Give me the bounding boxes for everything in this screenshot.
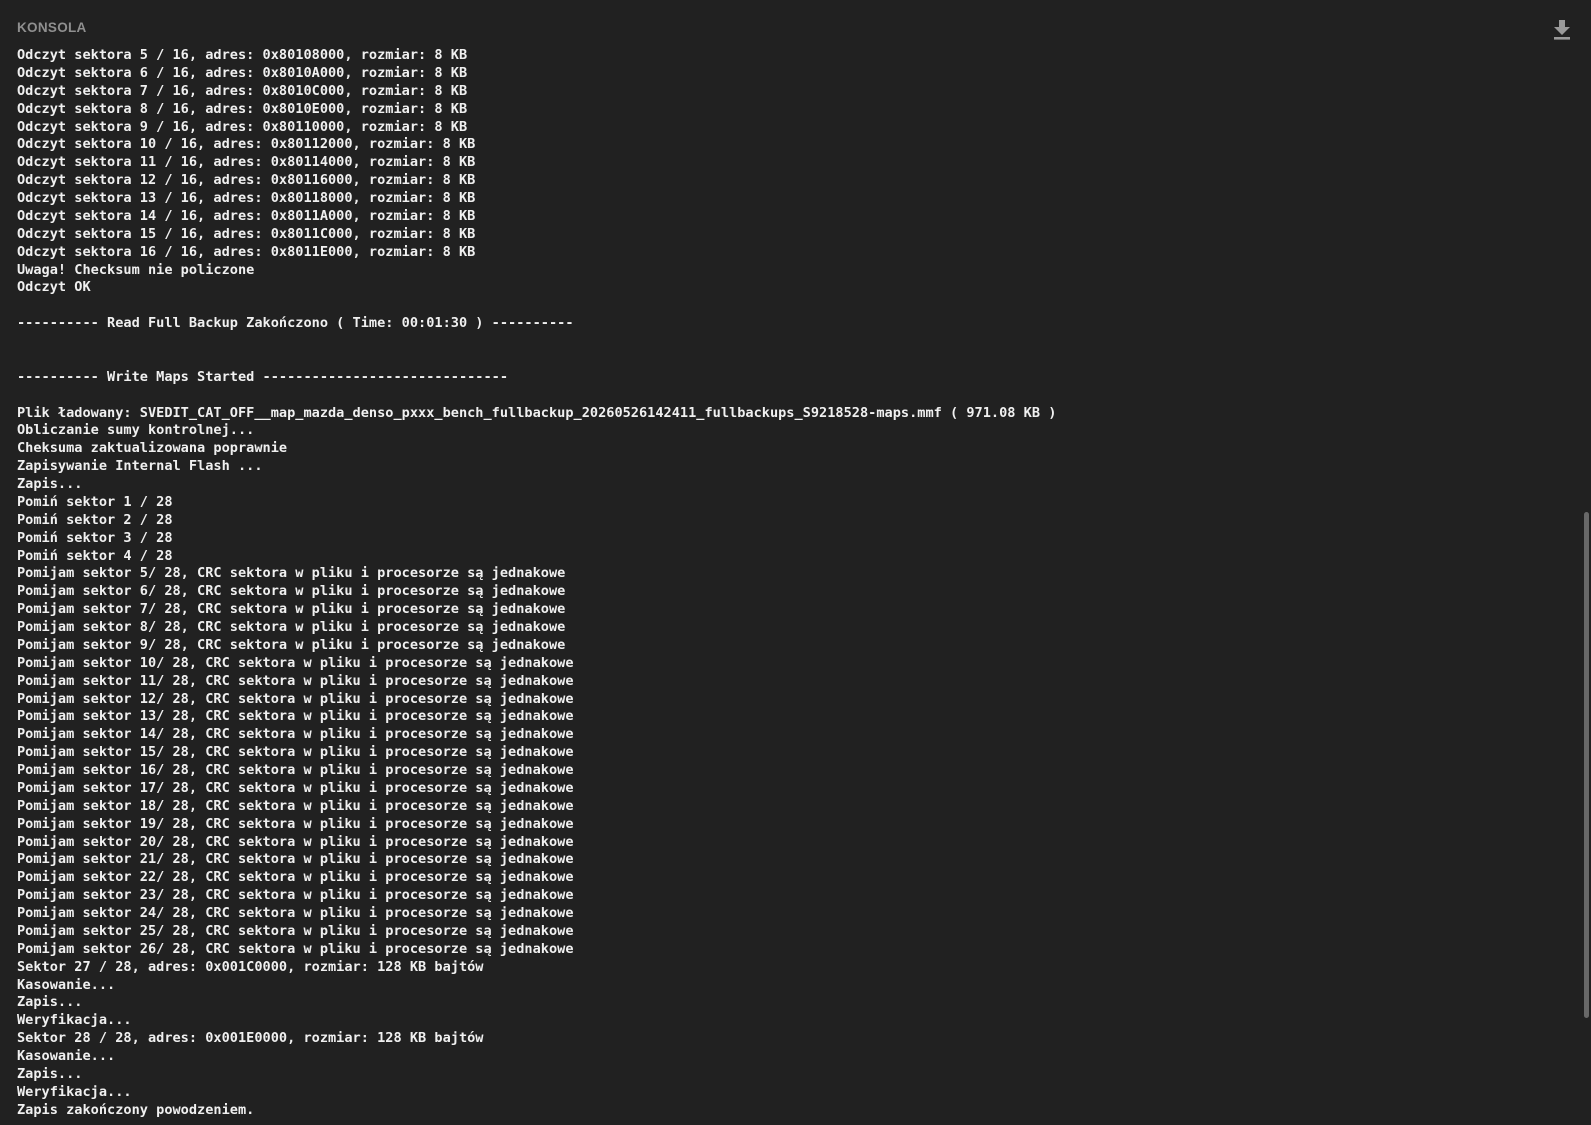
log-line: Zapis... xyxy=(17,476,83,492)
log-line: Cheksuma zaktualizowana poprawnie xyxy=(17,440,288,457)
console-header: KONSOLA xyxy=(0,0,1591,50)
log-line: Pomijam sektor 6/ 28, CRC sektora w plik… xyxy=(17,583,566,600)
download-icon xyxy=(1551,18,1573,42)
log-line: Zapis... xyxy=(17,994,83,1011)
log-line: Weryfikacja... xyxy=(17,1083,132,1100)
log-line: Pomijam sektor 11/ 28, CRC sektora w pli… xyxy=(17,672,574,689)
log-line: Kasowanie... xyxy=(17,1048,116,1064)
log-line: Pomiń sektor 3 / 28 xyxy=(17,529,173,546)
log-line: Pomijam sektor 16/ 28, CRC sektora w pli… xyxy=(17,762,574,778)
log-line: Pomijam sektor 25/ 28, CRC sektora w pli… xyxy=(17,922,574,939)
console-output: Odczyt sektora 5 / 16, adres: 0x80108000… xyxy=(17,47,1517,1125)
log-line: Pomijam sektor 8/ 28, CRC sektora w plik… xyxy=(17,619,566,635)
log-line: Odczyt sektora 6 / 16, adres: 0x8010A000… xyxy=(17,64,468,81)
log-line: ---------- Read Full Backup Zakończono (… xyxy=(17,315,574,332)
panel-title: KONSOLA xyxy=(17,20,87,35)
log-line: Pomijam sektor 19/ 28, CRC sektora w pli… xyxy=(17,815,574,832)
log-line: Odczyt sektora 7 / 16, adres: 0x8010C000… xyxy=(17,82,468,99)
log-line: Obliczanie sumy kontrolnej... xyxy=(17,422,255,439)
log-line: Pomijam sektor 20/ 28, CRC sektora w pli… xyxy=(17,833,574,850)
log-line: Pomijam sektor 22/ 28, CRC sektora w pli… xyxy=(17,869,574,886)
log-line: Pomijam sektor 15/ 28, CRC sektora w pli… xyxy=(17,744,574,761)
log-line: Odczyt sektora 12 / 16, adres: 0x8011600… xyxy=(17,172,476,189)
log-line: Uwaga! Checksum nie policzone xyxy=(17,261,255,278)
log-line: Pomiń sektor 1 / 28 xyxy=(17,493,173,510)
log-line: Odczyt sektora 16 / 16, adres: 0x8011E00… xyxy=(17,243,476,260)
log-line: Zapis zakończony powodzeniem. xyxy=(17,1101,255,1118)
log-line: Zapis... xyxy=(17,1065,83,1082)
log-line: Odczyt sektora 9 / 16, adres: 0x80110000… xyxy=(17,118,468,135)
log-line: Pomiń sektor 2 / 28 xyxy=(17,511,173,528)
log-line: Pomijam sektor 12/ 28, CRC sektora w pli… xyxy=(17,690,574,707)
log-line: Pomijam sektor 18/ 28, CRC sektora w pli… xyxy=(17,797,574,814)
log-line: Odczyt sektora 11 / 16, adres: 0x8011400… xyxy=(17,154,476,171)
scrollbar-thumb[interactable] xyxy=(1584,512,1589,1018)
log-line: Odczyt sektora 13 / 16, adres: 0x8011800… xyxy=(17,190,476,206)
log-line: Weryfikacja... xyxy=(17,1012,132,1029)
log-line: Pomijam sektor 7/ 28, CRC sektora w plik… xyxy=(17,601,566,618)
log-line: Pomijam sektor 14/ 28, CRC sektora w pli… xyxy=(17,726,574,743)
log-line: Pomijam sektor 26/ 28, CRC sektora w pli… xyxy=(17,940,574,957)
log-line: Odczyt sektora 8 / 16, adres: 0x8010E000… xyxy=(17,100,468,117)
log-line: Pomijam sektor 23/ 28, CRC sektora w pli… xyxy=(17,887,574,904)
log-line: Pomijam sektor 24/ 28, CRC sektora w pli… xyxy=(17,905,574,921)
log-line: Zapisywanie Internal Flash ... xyxy=(17,458,263,475)
log-line: Sektor 28 / 28, adres: 0x001E0000, rozmi… xyxy=(17,1030,484,1047)
log-line: Pomiń sektor 4 / 28 xyxy=(17,547,173,564)
log-line: Plik ładowany: SVEDIT_CAT_OFF__map_mazda… xyxy=(17,404,1057,421)
log-line: Pomijam sektor 9/ 28, CRC sektora w plik… xyxy=(17,636,566,653)
log-line: Pomijam sektor 5/ 28, CRC sektora w plik… xyxy=(17,565,566,582)
log-line: Odczyt sektora 10 / 16, adres: 0x8011200… xyxy=(17,136,476,153)
log-line: Sektor 27 / 28, adres: 0x001C0000, rozmi… xyxy=(17,958,484,975)
log-line: Pomijam sektor 17/ 28, CRC sektora w pli… xyxy=(17,779,574,796)
log-line: Pomijam sektor 10/ 28, CRC sektora w pli… xyxy=(17,654,574,671)
log-line: Odczyt sektora 15 / 16, adres: 0x8011C00… xyxy=(17,225,476,242)
download-button[interactable] xyxy=(1551,18,1573,42)
log-line: Odczyt OK xyxy=(17,279,91,296)
log-line: Odczyt sektora 14 / 16, adres: 0x8011A00… xyxy=(17,207,476,224)
log-line: Pomijam sektor 13/ 28, CRC sektora w pli… xyxy=(17,708,574,725)
scrollbar[interactable] xyxy=(1582,50,1591,1125)
log-line: Pomijam sektor 21/ 28, CRC sektora w pli… xyxy=(17,851,574,868)
log-line: ---------- Write Maps Started ----------… xyxy=(17,368,509,385)
log-line: Odczyt sektora 5 / 16, adres: 0x80108000… xyxy=(17,47,468,63)
log-line: Kasowanie... xyxy=(17,976,116,993)
